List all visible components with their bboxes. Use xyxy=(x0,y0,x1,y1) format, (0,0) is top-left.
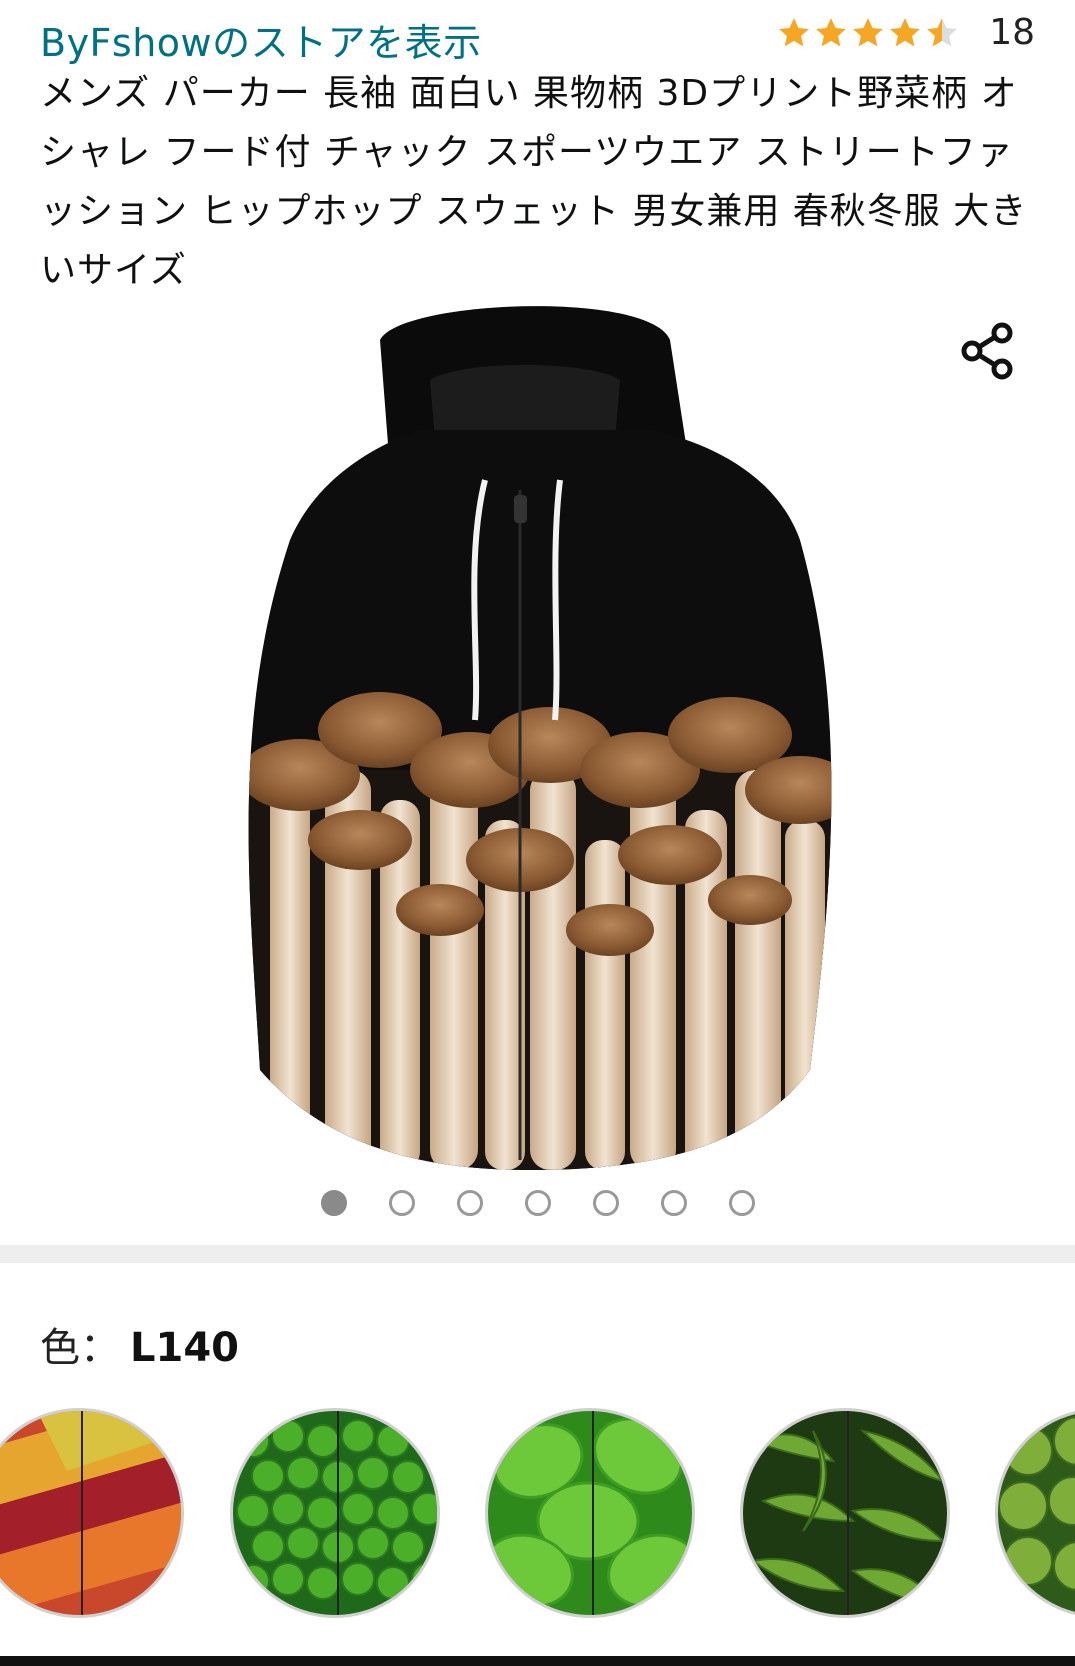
hoodie-image xyxy=(248,306,832,1170)
swatch-brussels-sprouts[interactable] xyxy=(995,1408,1075,1618)
header-row: ByFshowのストアを表示 18 xyxy=(40,6,1035,65)
swatch-image xyxy=(0,1411,181,1615)
carousel-dot-5[interactable] xyxy=(592,1190,619,1216)
product-image[interactable] xyxy=(230,300,850,1170)
share-icon xyxy=(961,322,1013,380)
color-selector: 色： L140 xyxy=(40,1315,239,1373)
swatch-image xyxy=(488,1411,692,1615)
carousel-indicator xyxy=(0,1190,1075,1216)
star-icon xyxy=(779,17,810,46)
swatch-mixed-vegetables[interactable] xyxy=(0,1408,184,1618)
swatch-lettuce[interactable] xyxy=(485,1408,695,1618)
carousel-dot-2[interactable] xyxy=(388,1190,415,1216)
swatch-image xyxy=(233,1411,437,1615)
section-divider xyxy=(0,1245,1075,1263)
color-label: 色： xyxy=(40,1325,120,1371)
star-icon xyxy=(853,17,884,46)
swatch-peas[interactable] xyxy=(230,1408,440,1618)
rating[interactable]: 18 xyxy=(776,12,1035,53)
carousel-dot-1[interactable] xyxy=(320,1190,347,1216)
swatch-peppers[interactable] xyxy=(740,1408,950,1618)
star-rating xyxy=(776,16,961,50)
selected-color: L140 xyxy=(130,1325,239,1371)
store-link[interactable]: ByFshowのストアを表示 xyxy=(40,12,482,67)
product-title: メンズ パーカー 長袖 面白い 果物柄 3Dプリント野菜柄 オシャレ フード付 … xyxy=(40,73,1028,291)
carousel-dot-7[interactable] xyxy=(728,1190,755,1216)
carousel-dot-4[interactable] xyxy=(524,1190,551,1216)
carousel-dot-3[interactable] xyxy=(456,1190,483,1216)
rating-count: 18 xyxy=(989,12,1035,53)
system-nav-bar xyxy=(0,1656,1075,1666)
carousel-dot-6[interactable] xyxy=(660,1190,687,1216)
color-swatches xyxy=(0,1408,1075,1623)
star-icon xyxy=(816,17,847,46)
half-star-icon xyxy=(927,17,958,46)
swatch-image xyxy=(998,1411,1075,1615)
share-button[interactable] xyxy=(952,315,1024,387)
star-icon xyxy=(890,17,921,46)
swatch-image xyxy=(743,1411,947,1615)
